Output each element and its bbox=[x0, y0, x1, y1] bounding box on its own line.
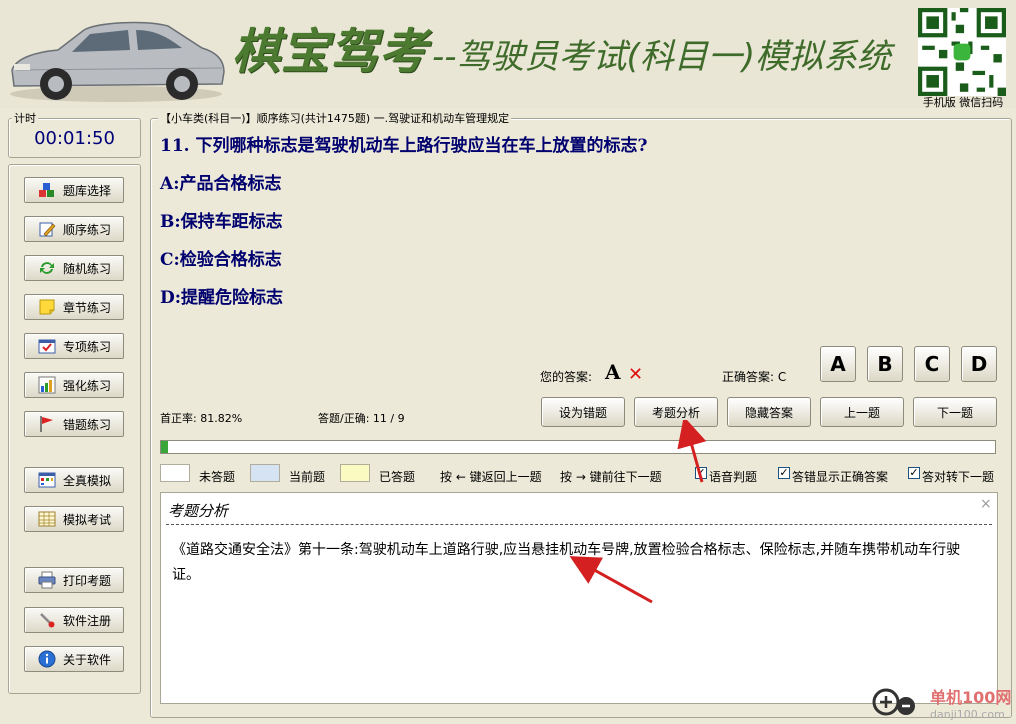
nav-question-bank-button[interactable]: 题库选择 bbox=[24, 177, 124, 203]
app-title: 棋宝驾考 --驾驶员考试(科目一)模拟系统 bbox=[232, 22, 891, 82]
nav-chapter-button[interactable]: 章节练习 bbox=[24, 294, 124, 320]
answered-legend: 已答题 bbox=[379, 470, 416, 484]
option-d[interactable]: D:提醒危险标志 bbox=[160, 283, 283, 308]
progress-fill bbox=[161, 441, 168, 453]
watermark-url: danji100.com bbox=[930, 708, 1005, 721]
annotation-arrows bbox=[569, 420, 707, 604]
nav-label: 专项练习 bbox=[63, 339, 112, 354]
your-answer-value: A bbox=[605, 360, 621, 384]
breadcrumb: 【小车类(科目一)】顺序练习(共计1475题) 一.驾驶证和机动车管理规定 bbox=[158, 110, 512, 126]
current-swatch bbox=[250, 464, 280, 482]
answer-a-button[interactable]: A bbox=[820, 346, 856, 382]
refresh-icon bbox=[37, 259, 57, 277]
key-prev-hint: 按 ← 键返回上一题 bbox=[440, 470, 542, 484]
printer-icon bbox=[37, 571, 57, 589]
correct-answer-label: 正确答案: C bbox=[722, 370, 787, 384]
cubes-icon bbox=[37, 181, 57, 199]
show-correct-checkbox[interactable]: ✓ bbox=[778, 467, 790, 479]
nav-label: 章节练习 bbox=[63, 300, 112, 315]
nav-sequential-button[interactable]: 顺序练习 bbox=[24, 216, 124, 242]
grid-icon bbox=[37, 471, 57, 489]
prev-question-button[interactable]: 上一题 bbox=[820, 397, 904, 427]
watermark-cn: 单机100网 bbox=[930, 688, 1012, 707]
nav-register-button[interactable]: 软件注册 bbox=[24, 607, 124, 633]
nav-about-button[interactable]: 关于软件 bbox=[24, 646, 124, 672]
nav-label: 顺序练习 bbox=[63, 222, 112, 237]
option-b[interactable]: B:保持车距标志 bbox=[160, 207, 283, 232]
nav-label: 题库选择 bbox=[63, 183, 112, 198]
show-correct-label: 答错显示正确答案 bbox=[792, 470, 889, 484]
answer-d-button[interactable]: D bbox=[961, 346, 997, 382]
nav-label: 模拟考试 bbox=[63, 512, 112, 527]
your-answer-label: 您的答案: bbox=[540, 370, 593, 384]
nav-intensive-button[interactable]: 强化练习 bbox=[24, 372, 124, 398]
nav-special-button[interactable]: 专项练习 bbox=[24, 333, 124, 359]
bar-chart-icon bbox=[37, 376, 57, 394]
nav-label: 随机练习 bbox=[63, 261, 112, 276]
info-icon bbox=[37, 650, 57, 668]
pencil-icon bbox=[37, 220, 57, 238]
qr-code-icon bbox=[918, 8, 1006, 96]
auto-next-checkbox[interactable]: ✓ bbox=[908, 467, 920, 479]
question-text: 11. 下列哪种标志是驾驶机动车上路行驶应当在车上放置的标志? bbox=[160, 136, 648, 156]
close-icon[interactable]: × bbox=[980, 496, 992, 512]
answer-c-button[interactable]: C bbox=[914, 346, 950, 382]
option-c[interactable]: C:检验合格标志 bbox=[160, 245, 282, 270]
answered-stat: 答题/正确: 11 / 9 bbox=[318, 412, 405, 425]
table-icon bbox=[37, 510, 57, 528]
auto-next-label: 答对转下一题 bbox=[922, 470, 995, 484]
nav-label: 强化练习 bbox=[63, 378, 112, 393]
note-icon bbox=[37, 298, 57, 316]
brand-name: 棋宝驾考 bbox=[232, 24, 429, 80]
accuracy-stat: 首正率: 81.82% bbox=[160, 412, 243, 425]
app-subtitle: --驾驶员考试(科目一)模拟系统 bbox=[432, 37, 892, 77]
option-a[interactable]: A:产品合格标志 bbox=[160, 169, 281, 194]
nav-wrong-questions-button[interactable]: 错题练习 bbox=[24, 411, 124, 437]
calendar-check-icon bbox=[37, 337, 57, 355]
timer-legend: 计时 bbox=[12, 110, 38, 126]
nav-mock-exam-button[interactable]: 模拟考试 bbox=[24, 506, 124, 532]
nav-label: 关于软件 bbox=[63, 652, 112, 667]
wrong-x-icon: ✕ bbox=[628, 364, 644, 385]
nav-print-button[interactable]: 打印考题 bbox=[24, 567, 124, 593]
nav-full-simulation-button[interactable]: 全真模拟 bbox=[24, 467, 124, 493]
unanswered-legend: 未答题 bbox=[199, 470, 236, 484]
nav-label: 全真模拟 bbox=[63, 473, 112, 488]
analysis-title: 考题分析 bbox=[168, 502, 229, 520]
nav-random-button[interactable]: 随机练习 bbox=[24, 255, 124, 281]
watermark-logo-icon bbox=[872, 688, 915, 716]
flag-icon bbox=[37, 415, 57, 433]
current-legend: 当前题 bbox=[289, 470, 326, 484]
next-question-button[interactable]: 下一题 bbox=[913, 397, 997, 427]
unanswered-swatch bbox=[160, 464, 190, 482]
nav-label: 错题练习 bbox=[63, 417, 112, 432]
key-icon bbox=[37, 611, 57, 629]
answer-b-button[interactable]: B bbox=[867, 346, 903, 382]
nav-label: 软件注册 bbox=[63, 613, 112, 628]
timer-value: 00:01:50 bbox=[34, 128, 115, 149]
nav-label: 打印考题 bbox=[63, 573, 112, 588]
qr-caption: 手机版 微信扫码 bbox=[922, 96, 1004, 109]
car-image bbox=[10, 21, 225, 102]
answered-swatch bbox=[340, 464, 370, 482]
